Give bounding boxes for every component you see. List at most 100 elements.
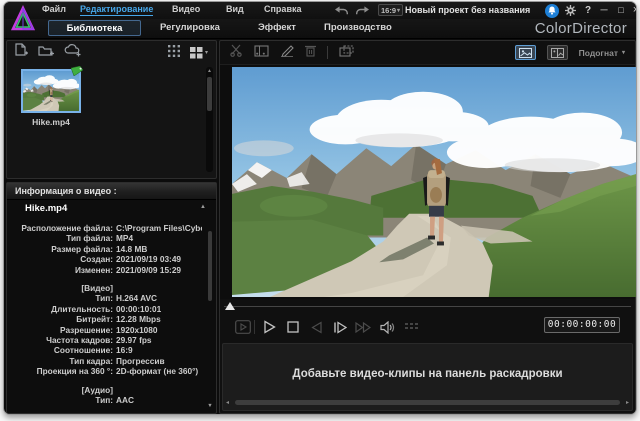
previous-frame-button[interactable] <box>308 318 326 336</box>
info-panel-header: Информация о видео : <box>7 183 216 200</box>
compare-photo-icon <box>551 48 564 58</box>
storyboard-scrollbar[interactable]: ◂ ▸ <box>225 399 630 407</box>
trash-icon <box>305 44 316 57</box>
menu-item-help[interactable]: Справка <box>264 4 301 14</box>
tab-library[interactable]: Библиотека <box>48 20 141 36</box>
redo-button[interactable] <box>355 4 371 16</box>
scroll-right-icon[interactable]: ▸ <box>626 399 629 407</box>
minimize-button[interactable]: ─ <box>597 3 611 17</box>
scroll-down-icon[interactable]: ▼ <box>206 403 214 409</box>
info-label: Тип: <box>13 293 113 303</box>
stop-icon <box>287 321 299 333</box>
menu-item-file[interactable]: Файл <box>42 4 66 14</box>
library-scrollbar[interactable]: ▲ <box>206 67 213 172</box>
playhead-marker[interactable] <box>225 302 235 310</box>
seek-bar[interactable] <box>220 299 635 313</box>
storyboard-panel[interactable]: Добавьте видео-клипы на панель раскадров… <box>222 343 633 411</box>
undo-button[interactable] <box>334 4 350 16</box>
zoom-fit-selector[interactable]: Подогнат ▾ <box>579 48 625 58</box>
aspect-ratio-selector[interactable]: 16:9 ▾ <box>378 4 403 16</box>
extract-region-button[interactable] <box>339 44 354 62</box>
clip-thumbnail-image <box>23 71 79 111</box>
tab-adjustment[interactable]: Регулировка <box>160 22 220 33</box>
settings-button[interactable] <box>563 3 577 17</box>
info-label: Битрейт: <box>13 314 113 324</box>
fast-forward-button[interactable] <box>354 318 372 336</box>
volume-button[interactable] <box>378 318 396 336</box>
info-scrollbar-thumb[interactable] <box>208 231 212 301</box>
menu-item-view[interactable]: Вид <box>226 4 244 14</box>
chevron-down-icon: ▾ <box>205 49 208 56</box>
cloud-icon <box>64 44 81 57</box>
view-options-button[interactable]: ▾ <box>190 47 208 59</box>
info-value: 2D-формат (не 360°) <box>116 366 198 376</box>
notifications-button[interactable] <box>545 4 559 18</box>
gear-icon <box>565 5 576 16</box>
seek-track[interactable] <box>224 306 631 307</box>
brand-logo-text: ColorDirector <box>535 20 627 37</box>
info-label: Длительность: <box>13 304 113 314</box>
fast-forward-icon <box>355 321 371 334</box>
library-scrollbar-thumb[interactable] <box>207 77 212 111</box>
info-label: Соотношение: <box>13 345 113 355</box>
info-section-video: [Видео] <box>13 283 202 293</box>
transport-divider <box>254 320 255 334</box>
compare-view-button[interactable] <box>547 45 568 60</box>
info-row: Создан:2021/09/19 03:49 <box>13 254 202 264</box>
info-label: Проекция на 360 °: <box>13 366 113 376</box>
info-value: Прогрессив <box>116 356 165 366</box>
menu-item-edit[interactable]: Редактирование <box>80 4 153 16</box>
info-value: 2021/09/09 15:29 <box>116 265 181 275</box>
scroll-left-icon[interactable]: ◂ <box>226 399 229 407</box>
info-row: Тип:H.264 AVC <box>13 293 202 303</box>
menu-item-video[interactable]: Видео <box>172 4 200 14</box>
grid-layout-icon <box>190 47 203 59</box>
tab-produce[interactable]: Производство <box>324 22 392 33</box>
split-clip-button[interactable] <box>230 44 243 62</box>
import-folder-button[interactable] <box>38 44 54 62</box>
import-media-button[interactable] <box>15 43 28 62</box>
project-title: Новый проект без названия <box>405 5 530 15</box>
info-value: MP4 <box>116 233 133 243</box>
step-back-icon <box>311 321 323 334</box>
cloud-download-button[interactable] <box>64 44 81 62</box>
play-button[interactable] <box>260 318 278 336</box>
app-window: Файл Редактирование Видео Вид Справка 16… <box>3 1 637 415</box>
info-label: Создан: <box>13 254 113 264</box>
app-logo-icon <box>11 5 35 33</box>
module-tab-bar: Библиотека Регулировка Эффект Производст… <box>4 19 636 39</box>
help-button[interactable]: ? <box>582 3 594 17</box>
info-value: H.264 AVC <box>116 293 157 303</box>
info-value: 16:9 <box>116 345 133 355</box>
chevron-down-icon: ▾ <box>397 7 400 14</box>
delete-clip-button[interactable] <box>305 44 316 62</box>
maximize-button[interactable]: □ <box>614 3 628 17</box>
timecode-display: 00:00:00:00 <box>544 317 620 333</box>
media-thumbnail-hike[interactable] <box>21 69 81 113</box>
tab-effect[interactable]: Эффект <box>258 22 296 33</box>
single-view-button[interactable] <box>515 45 536 60</box>
video-preview-frame[interactable] <box>232 67 636 297</box>
detect-scenes-button[interactable] <box>254 44 269 62</box>
play-movie-button[interactable] <box>234 318 252 336</box>
info-value: 00:00:10:01 <box>116 304 161 314</box>
close-button[interactable]: × <box>629 3 637 17</box>
info-scrollbar[interactable]: ▼ <box>207 205 213 409</box>
collapse-arrow-icon[interactable]: ▲ <box>200 204 206 210</box>
info-row: Изменен:2021/09/09 15:29 <box>13 265 202 275</box>
next-frame-button[interactable] <box>331 318 349 336</box>
info-value: AAC <box>116 395 134 405</box>
edit-tag-button[interactable] <box>280 44 294 62</box>
info-value: C:\Program Files\CyberLink\... <box>116 223 202 233</box>
scroll-up-icon[interactable]: ▲ <box>206 68 213 74</box>
info-label: Тип файла: <box>13 233 113 243</box>
preview-quality-button[interactable] <box>402 318 420 336</box>
info-value: 1920x1080 <box>116 325 158 335</box>
info-row: Битрейт:12.28 Mbps <box>13 314 202 324</box>
thumbnail-view-button[interactable] <box>168 44 180 62</box>
stop-button[interactable] <box>284 318 302 336</box>
import-file-icon <box>15 43 28 57</box>
quality-grid-icon <box>405 322 418 333</box>
storyboard-scrollbar-thumb[interactable] <box>235 400 620 405</box>
new-clip-badge-icon <box>71 66 83 76</box>
